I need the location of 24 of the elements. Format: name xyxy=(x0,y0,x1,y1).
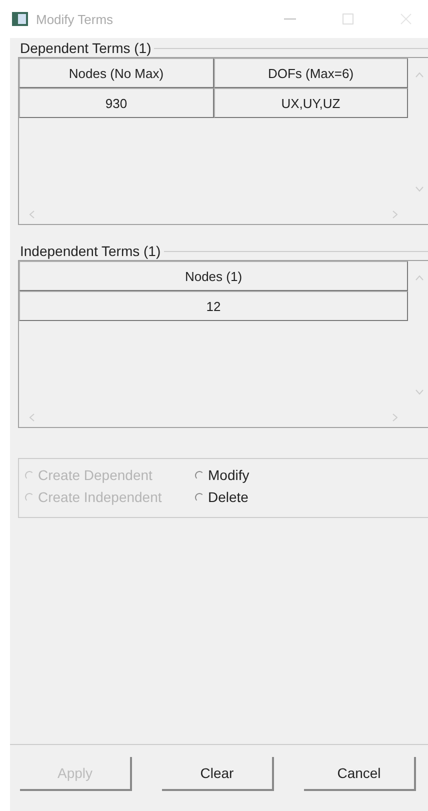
window-title: Modify Terms xyxy=(36,12,114,26)
scroll-left-icon[interactable] xyxy=(29,210,35,218)
column-header[interactable]: Nodes (No Max) xyxy=(19,58,214,88)
scroll-right-icon[interactable] xyxy=(392,412,398,422)
column-header[interactable]: Nodes (1) xyxy=(19,261,408,291)
radio-option[interactable]: Delete xyxy=(195,489,422,505)
maximize-icon[interactable] xyxy=(342,13,354,25)
scroll-up-icon[interactable] xyxy=(414,72,424,78)
scroll-left-icon[interactable] xyxy=(29,412,35,422)
dialog-button[interactable]: Cancel xyxy=(304,757,416,791)
table-cell[interactable]: 12 xyxy=(19,291,408,321)
group-legend: Independent Terms (1) xyxy=(18,243,164,259)
radio-option[interactable]: Modify xyxy=(195,467,422,483)
close-icon[interactable] xyxy=(400,13,412,25)
column-header[interactable]: DOFs (Max=6) xyxy=(214,58,408,88)
dialog-button[interactable]: Clear xyxy=(162,757,274,791)
app-icon xyxy=(12,12,28,26)
scroll-right-icon[interactable] xyxy=(392,210,398,218)
scroll-down-icon[interactable] xyxy=(414,389,424,395)
group-legend: Dependent Terms (1) xyxy=(18,40,154,56)
table-cell[interactable]: UX,UY,UZ xyxy=(214,88,408,118)
scroll-down-icon[interactable] xyxy=(414,186,424,192)
scroll-up-icon[interactable] xyxy=(414,275,424,281)
table-cell[interactable]: 930 xyxy=(19,88,214,118)
